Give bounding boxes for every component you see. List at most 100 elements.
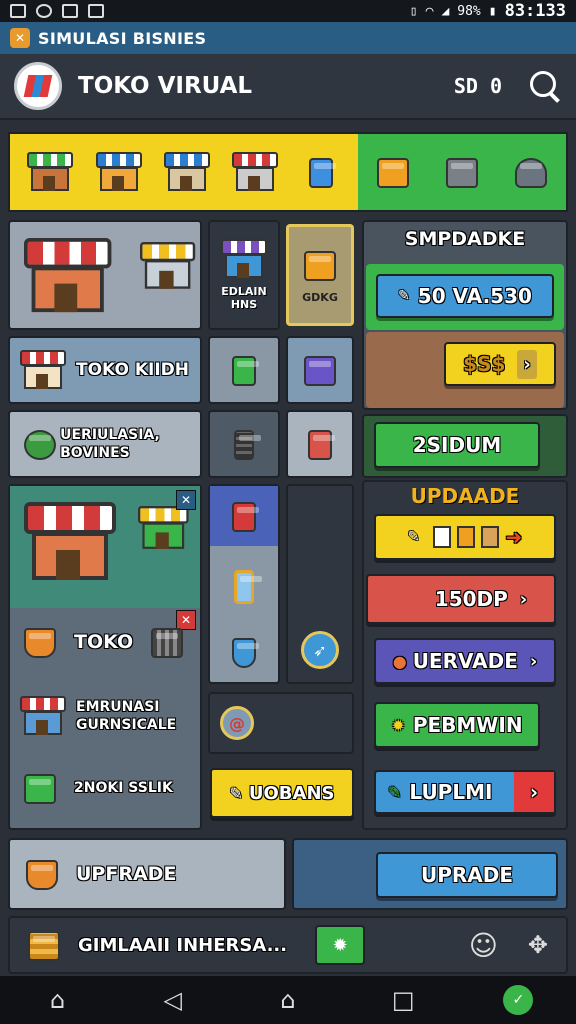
search-icon[interactable] <box>528 69 562 103</box>
mirror-icon <box>224 564 264 604</box>
cost-button[interactable]: $S$ › <box>444 342 556 386</box>
recents-icon[interactable]: □ <box>388 985 418 1015</box>
mirror-tile[interactable] <box>210 552 278 616</box>
helmet-icon[interactable] <box>511 152 551 192</box>
market-stall-icon[interactable] <box>163 152 210 192</box>
bucket-icon <box>22 854 62 894</box>
assistant-icon[interactable]: ✓ <box>503 985 534 1015</box>
gear-icon: ✹ <box>332 934 348 956</box>
mid-right-column-panel: ➶ <box>286 484 354 684</box>
kiosk-icon <box>140 242 196 290</box>
green-bin-tile[interactable] <box>208 336 280 404</box>
uobans-button[interactable]: ✎ UOBANS <box>210 768 354 818</box>
purple-shop-icon <box>221 238 267 279</box>
upgrade-option-5[interactable]: ✎ LUPLMI › <box>374 770 556 814</box>
list-item-toko[interactable]: TOKO <box>20 622 187 662</box>
upgrade-option-3[interactable]: ● UERVADE › <box>374 638 556 684</box>
list-item-toko-kiidh[interactable]: TOKO KIIDH <box>8 336 202 404</box>
card-icon <box>433 526 452 548</box>
app-icon: ✕ <box>10 28 30 48</box>
edit-icon <box>88 4 104 18</box>
simulasi-gurns-label: EMRUNASI GURNSICALE <box>76 698 177 733</box>
battery-percent: 98% <box>457 3 481 19</box>
start-button[interactable]: 2SIDUM <box>374 422 540 468</box>
upgrade-heading: UPDAADE <box>410 484 520 508</box>
upgrade-option-3-label: UERVADE <box>412 649 518 673</box>
building-shelf-yellow <box>10 134 358 210</box>
upgrade-option-1[interactable]: ✎ ➜ <box>374 514 556 560</box>
app-bar: ✕ SIMULASI BISNIES <box>0 22 576 54</box>
back-icon[interactable]: ◁ <box>158 985 188 1015</box>
green-trash-icon <box>224 350 264 390</box>
footer-label: GIMLAAII INHERSA... <box>78 934 288 956</box>
list-item-snoki[interactable]: 2NOKI SSLIK <box>20 768 173 808</box>
upgrade-row-left[interactable]: UPFRADE <box>8 838 286 910</box>
shield-icon <box>224 632 264 672</box>
price-button[interactable]: ✎ 50 VA.530 <box>376 274 554 318</box>
machine-cart-icon[interactable] <box>442 152 482 192</box>
home-app-icon[interactable]: ⌂ <box>43 985 73 1015</box>
server-icon <box>224 424 264 464</box>
blue-fridge-icon[interactable] <box>301 152 341 192</box>
upgrade-button[interactable]: UPRADE <box>376 852 558 898</box>
arrow-right-icon: ➜ <box>505 525 523 549</box>
pencil-icon: ✎ <box>388 782 402 802</box>
server-tile[interactable] <box>208 410 280 478</box>
eduin-tile[interactable]: EDLAIN HNS <box>208 220 280 330</box>
pencil-icon: ✎ <box>229 783 243 803</box>
large-store-icon <box>24 502 116 582</box>
store-panel-title: SMPDADKE <box>404 228 526 250</box>
red-book-tile[interactable] <box>210 486 278 546</box>
building-shelf <box>8 132 568 212</box>
awning-shop-icon <box>20 350 66 390</box>
home-icon[interactable]: ⌂ <box>273 985 303 1015</box>
list-item-simulasi-gurns[interactable]: EMRUNASI GURNSICALE <box>20 696 186 736</box>
chevron-right-icon: › <box>517 349 537 379</box>
footer-bar: GIMLAAII INHERSA... ✹ ☺ ✥ <box>8 916 568 974</box>
red-machine-tile[interactable] <box>286 410 354 478</box>
status-bar: ▯ ◠ ◢ 98% ▮ 83:133 <box>0 0 576 22</box>
chevron-right-icon: › <box>514 772 554 812</box>
shop-building-tile[interactable] <box>8 220 202 330</box>
magnifier-tile[interactable]: @ <box>208 692 354 754</box>
document-icon <box>62 4 78 18</box>
dpad-icon[interactable]: ✥ <box>528 931 548 959</box>
green-shop-icon[interactable] <box>27 152 74 192</box>
whatsapp-icon <box>36 4 52 18</box>
vending-shop-icon[interactable] <box>232 152 279 192</box>
upgrade-option-5-label: LUPLMI <box>409 780 493 804</box>
compass-icon: ➶ <box>301 631 339 669</box>
header: TOKO VIRUAL SD 0 <box>0 54 576 120</box>
start-button-label: 2SIDUM <box>412 433 502 457</box>
shop-logo[interactable] <box>14 62 62 110</box>
blue-shop-icon[interactable] <box>95 152 142 192</box>
shield-tile[interactable] <box>210 622 278 682</box>
gdkg-tile[interactable]: GDKG <box>286 224 354 326</box>
uobans-button-label: UOBANS <box>248 782 335 804</box>
featured-building-area[interactable]: ✕ <box>10 486 200 608</box>
mid-column-panel <box>208 484 280 684</box>
orange-house-icon[interactable] <box>373 152 413 192</box>
list-item-buildings[interactable]: UERIULASIA, BOVINES <box>8 410 202 478</box>
wifi-icon: ◠ <box>425 3 434 19</box>
green-bin-icon <box>20 768 60 808</box>
gdkg-label: GDKG <box>302 291 338 305</box>
red-shop-icon <box>20 696 66 736</box>
upgrade-option-4[interactable]: ✹ PEBMWIN <box>374 702 540 748</box>
purple-cube-tile[interactable] <box>286 336 354 404</box>
expand-icon[interactable]: ✕ <box>176 490 196 510</box>
market-cart-icon <box>138 506 189 550</box>
red-machine-icon <box>300 424 340 464</box>
upgrade-option-2[interactable]: 150DP › <box>366 574 556 624</box>
store-panel: SMPDADKE ✎ 50 VA.530 $S$ › <box>362 220 568 410</box>
compass-tile[interactable]: ➶ <box>296 626 344 674</box>
pencil-icon: ✎ <box>398 288 410 304</box>
system-icons: ▯ ◠ ◢ 98% ▮ 83:133 <box>410 1 566 21</box>
upgrade-button-label: UPRADE <box>420 863 514 887</box>
building-shelf-green <box>358 134 566 210</box>
purple-cube-icon <box>300 350 340 390</box>
profile-icon[interactable]: ☺ <box>469 929 498 962</box>
clock: 83:133 <box>504 1 566 21</box>
settings-button[interactable]: ✹ <box>315 925 366 965</box>
chevron-right-icon: › <box>519 588 528 610</box>
